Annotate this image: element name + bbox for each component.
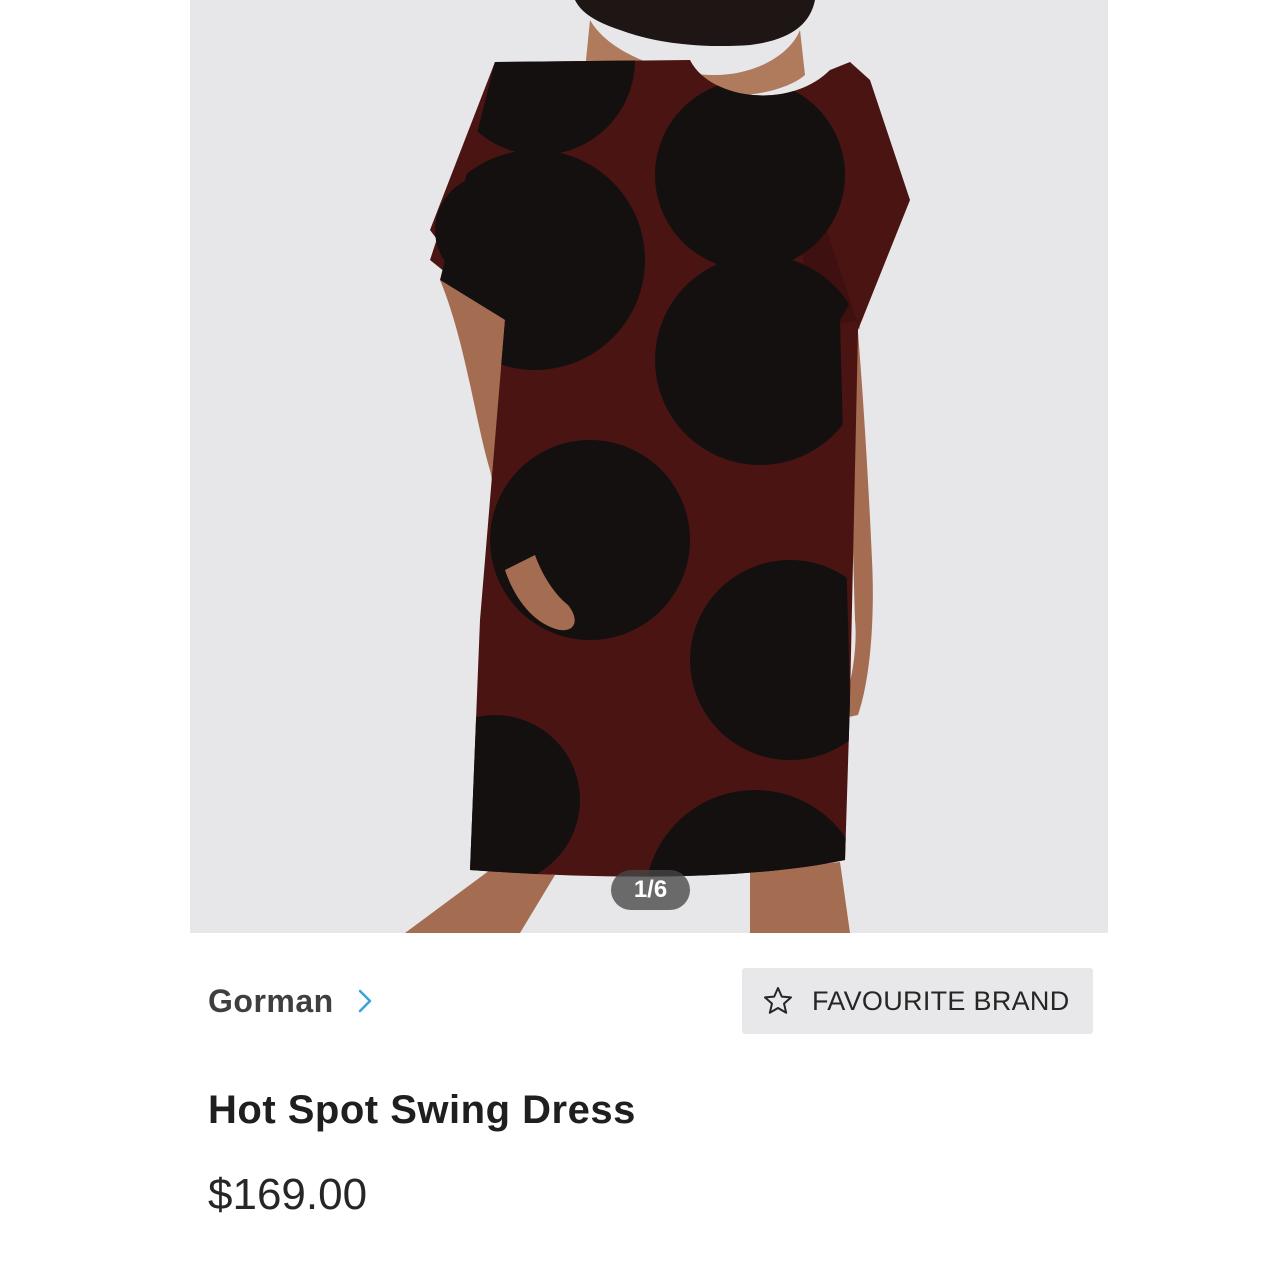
brand-row: Gorman FAVOURITE BRAND xyxy=(208,968,1093,1034)
product-price: $169.00 xyxy=(208,1170,368,1219)
favourite-brand-button[interactable]: FAVOURITE BRAND xyxy=(742,968,1093,1034)
brand-name: Gorman xyxy=(208,982,334,1019)
brand-link[interactable]: Gorman xyxy=(208,968,374,1034)
product-photo xyxy=(405,0,910,933)
chevron-right-icon xyxy=(358,989,371,1013)
favourite-brand-label: FAVOURITE BRAND xyxy=(812,985,1070,1016)
star-outline-icon xyxy=(764,987,792,1014)
image-counter: 1/6 xyxy=(611,870,690,910)
product-title: Hot Spot Swing Dress xyxy=(208,1088,636,1132)
product-image-gallery[interactable]: 1/6 xyxy=(190,0,1108,933)
product-page: 1/6 Gorman FAVOURITE BRAND Hot Spot Swin… xyxy=(0,0,1280,1280)
